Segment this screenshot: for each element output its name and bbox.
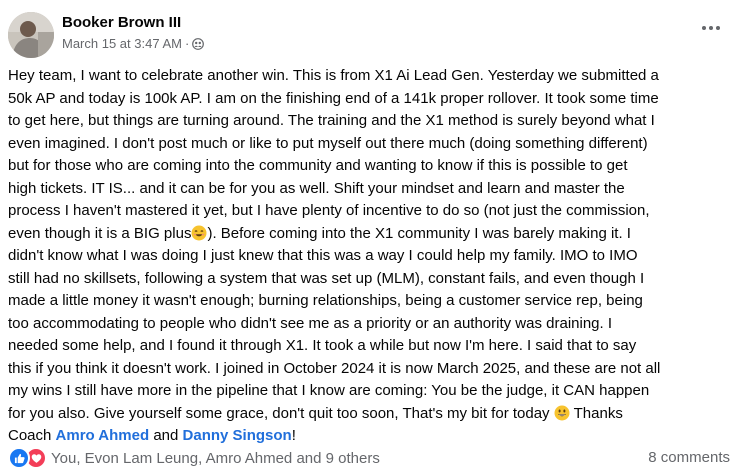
like-icon xyxy=(8,447,30,469)
post-text-segment: Coach xyxy=(8,427,56,444)
post-line-with-emoji: for you also. Give yourself some grace, … xyxy=(8,403,730,426)
post-line: this if you think it doesn't work. I joi… xyxy=(8,359,661,377)
grinning-face-emoji-icon xyxy=(554,405,570,420)
post-text-segment: ). Before coming into the X1 community I… xyxy=(207,224,631,242)
smiling-face-emoji-icon xyxy=(191,225,207,240)
post-line: needed some help, and I found it through… xyxy=(8,337,637,354)
author-avatar[interactable] xyxy=(8,12,54,58)
comments-count[interactable]: 8 comments xyxy=(648,449,730,466)
more-options-icon[interactable] xyxy=(697,18,725,38)
group-icon xyxy=(192,38,205,50)
post-line: too accommodating to people who didn't s… xyxy=(8,314,613,332)
post-line: didn't know what I was doing I just knew… xyxy=(8,247,638,264)
reactions-text[interactable]: You, Evon Lam Leung, Amro Ahmed and 9 ot… xyxy=(51,450,380,467)
post-body: Hey team, I want to celebrate another wi… xyxy=(8,65,730,448)
post-text-segment: for you also. Give yourself some grace, … xyxy=(8,404,550,422)
post-line: my wins I still have more in the pipelin… xyxy=(8,382,650,399)
mention-link[interactable]: Danny Singson xyxy=(183,427,292,444)
post-line: Hey team, I want to celebrate another wi… xyxy=(8,67,659,84)
post-card: Booker Brown III March 15 at 3:47 AM · H… xyxy=(0,0,737,470)
post-line: process I haven't mastered it yet, but I… xyxy=(8,202,650,219)
avatar-photo xyxy=(8,12,54,58)
post-line: still had no skillsets, following a syst… xyxy=(8,269,645,287)
post-line: to get here, but things are turning arou… xyxy=(8,112,655,129)
post-timestamp[interactable]: March 15 at 3:47 AM xyxy=(62,36,182,52)
post-line: even imagined. I don't post much or like… xyxy=(8,134,648,152)
post-header: Booker Brown III March 15 at 3:47 AM · xyxy=(8,10,729,58)
post-text-segment: ! xyxy=(291,427,296,444)
reactions-summary[interactable]: You, Evon Lam Leung, Amro Ahmed and 9 ot… xyxy=(8,447,380,469)
post-line: but for those who are coming into the co… xyxy=(8,157,628,174)
post-line: 50k AP and today is 100k AP. I am on the… xyxy=(8,89,659,107)
post-text-segment: even though it is a BIG plus xyxy=(8,224,192,242)
author-name[interactable]: Booker Brown III xyxy=(62,13,181,32)
mention-link[interactable]: Amro Ahmed xyxy=(56,427,150,444)
post-line-with-emoji: even though it is a BIG plus ). Before c… xyxy=(8,223,730,246)
post-text-segment: and xyxy=(149,427,183,444)
post-line: made a little money it wasn't enough; bu… xyxy=(8,292,643,309)
post-meta: March 15 at 3:47 AM · xyxy=(62,36,205,52)
post-line: high tickets. IT IS... and it can be for… xyxy=(8,179,625,197)
meta-separator: · xyxy=(184,36,190,51)
post-footer: You, Evon Lam Leung, Amro Ahmed and 9 ot… xyxy=(8,444,730,470)
post-text-segment: Thanks xyxy=(569,404,623,422)
